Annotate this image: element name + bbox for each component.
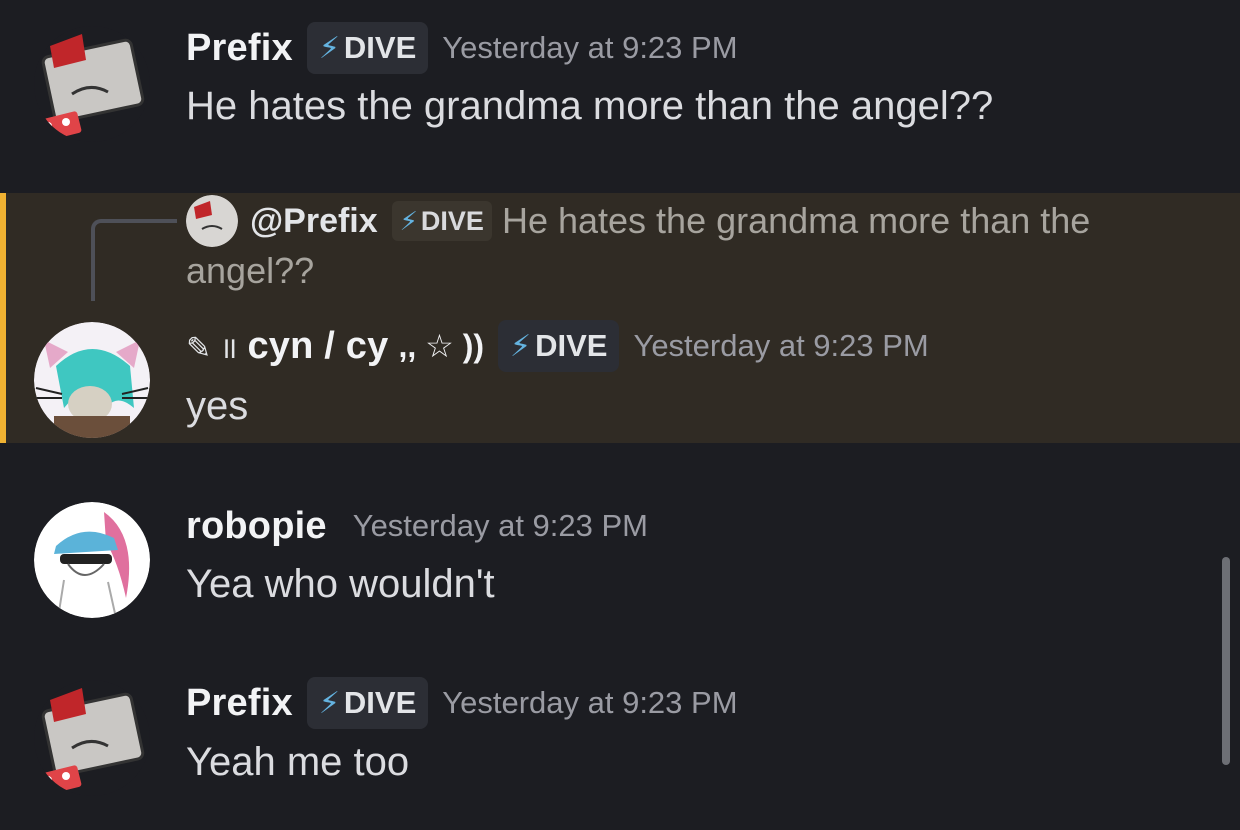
reply-text-continued: angel?? xyxy=(186,250,315,291)
reply-mention[interactable]: @Prefix xyxy=(250,202,378,241)
lightning-bolt-icon: ⚡ xyxy=(399,205,418,236)
lightning-bolt-icon: ⚡ xyxy=(510,329,532,363)
server-tag-label: DIVE xyxy=(535,328,608,363)
username[interactable]: robopie xyxy=(186,505,327,548)
reply-tag-label: DIVE xyxy=(420,205,484,236)
timestamp: Yesterday at 9:23 PM xyxy=(442,685,738,720)
message-prefix-1[interactable]: Prefix ⚡ DIVE Yesterday at 9:23 PM He ha… xyxy=(0,0,1240,180)
server-tag-label: DIVE xyxy=(343,30,417,65)
message-robopie[interactable]: robopie Yesterday at 9:23 PM Yea who wou… xyxy=(0,490,1240,630)
username[interactable]: cyn / cy xyxy=(247,325,388,368)
reply-server-tag: ⚡ DIVE xyxy=(391,201,492,241)
mention-highlight-bar xyxy=(0,193,6,443)
server-tag[interactable]: ⚡ DIVE xyxy=(306,22,429,74)
reply-text: He hates the grandma more than the xyxy=(501,200,1091,241)
message-text: He hates the grandma more than the angel… xyxy=(186,84,994,128)
timestamp: Yesterday at 9:23 PM xyxy=(352,508,648,543)
message-prefix-2[interactable]: Prefix ⚡ DIVE Yesterday at 9:23 PM Yeah … xyxy=(0,660,1240,830)
reply-connector xyxy=(91,219,177,301)
server-tag[interactable]: ⚡ DIVE xyxy=(306,677,429,729)
tv-sticker-icon xyxy=(34,26,150,142)
reply-preview[interactable]: @Prefix ⚡ DIVE He hates the grandma more… xyxy=(186,193,1090,249)
timestamp: Yesterday at 9:23 PM xyxy=(442,30,738,65)
lightning-bolt-icon: ⚡ xyxy=(318,31,340,65)
scrollbar-thumb[interactable] xyxy=(1222,557,1230,765)
cat-ear-avatar-icon xyxy=(34,322,150,438)
timestamp: Yesterday at 9:23 PM xyxy=(633,328,929,363)
server-tag-label: DIVE xyxy=(343,685,417,720)
avatar[interactable] xyxy=(34,680,150,796)
username-prefix[interactable]: ✎ ॥ xyxy=(186,326,237,367)
avatar[interactable] xyxy=(34,502,150,618)
username[interactable]: Prefix xyxy=(186,682,293,725)
message-text: yes xyxy=(186,384,249,428)
username-suffix[interactable]: ,, ☆ )) xyxy=(398,327,484,365)
message-text: Yea who wouldn't xyxy=(186,562,495,606)
tv-sticker-icon xyxy=(186,195,238,247)
cap-avatar-icon xyxy=(34,502,150,618)
lightning-bolt-icon: ⚡ xyxy=(318,686,340,720)
tv-sticker-icon xyxy=(34,680,150,796)
server-tag[interactable]: ⚡ DIVE xyxy=(498,320,620,372)
username[interactable]: Prefix xyxy=(186,27,293,70)
reply-avatar xyxy=(186,195,238,247)
avatar[interactable] xyxy=(34,322,150,438)
message-text: Yeah me too xyxy=(186,740,410,784)
avatar[interactable] xyxy=(34,26,150,142)
